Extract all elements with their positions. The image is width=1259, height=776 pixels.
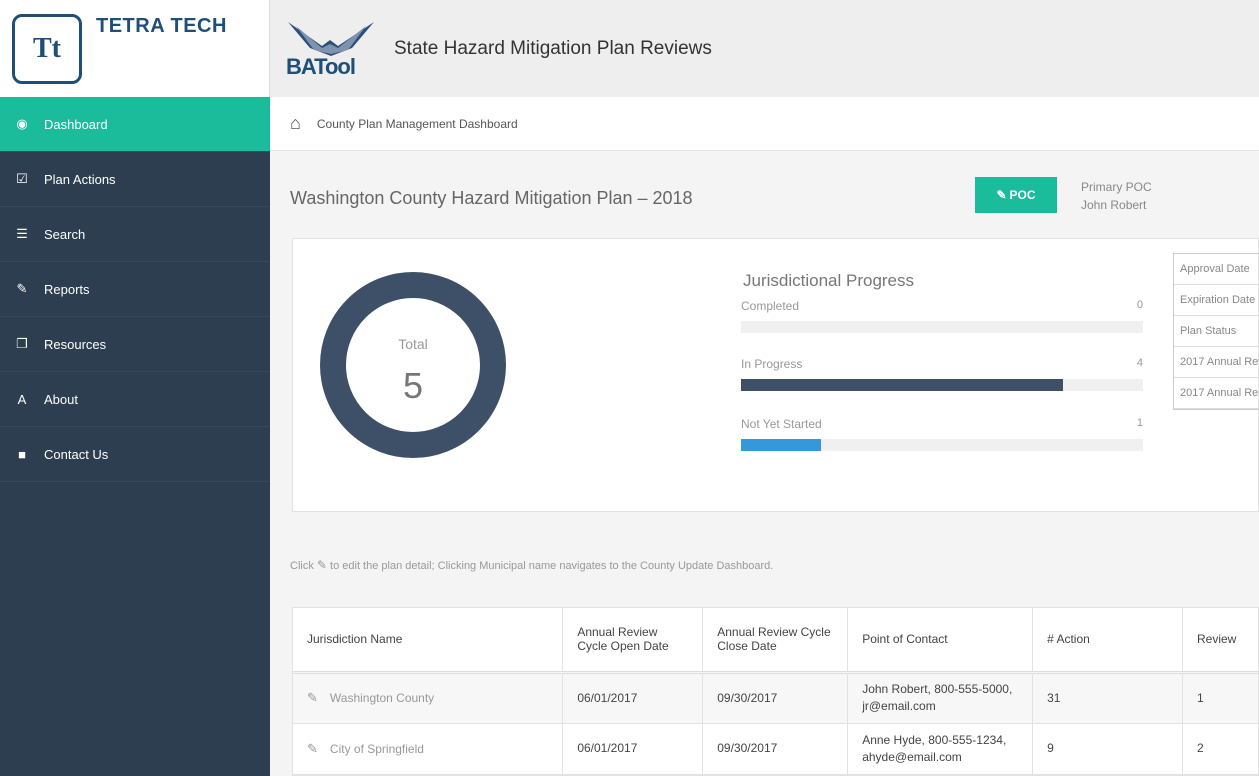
edit-icon: ✎: [316, 558, 327, 572]
header-title: State Hazard Mitigation Plan Reviews: [394, 37, 712, 59]
sidebar-item-label: Reports: [44, 281, 90, 297]
progress-row: Not Yet Started 1: [741, 417, 1143, 451]
breadcrumb-current: County Plan Management Dashboard: [316, 116, 518, 131]
sidebar-item-plan-actions[interactable]: ☑ Plan Actions: [0, 152, 270, 207]
column-header[interactable]: Review: [1182, 608, 1258, 674]
hint-before: Click: [290, 560, 314, 572]
poc-button-label: POC: [1009, 188, 1036, 202]
donut-total-value: 5: [403, 365, 423, 406]
column-header[interactable]: # Action: [1032, 608, 1183, 674]
primary-poc-label: Primary POC: [1081, 180, 1152, 194]
plan-info-item: 2017 Annual Report: [1174, 378, 1259, 409]
plan-info-table: Approval Date Expiration Date Plan Status 2…: [1173, 253, 1259, 410]
poc-cell: John Robert, 800-555-5000, jr@email.com: [847, 672, 1034, 724]
main-content: Washington County Hazard Mitigation Plan…: [270, 152, 1259, 776]
tetra-tech-logo-text: TETRA TECH: [96, 15, 227, 37]
progress-count: 1: [1136, 417, 1143, 429]
batool-logo: BATool: [282, 18, 380, 80]
primary-poc-name: John Robert: [1081, 198, 1147, 212]
primary-poc: Primary POC John Robert: [1081, 178, 1152, 214]
column-header[interactable]: Jurisdiction Name: [293, 608, 564, 674]
sidebar-item-about[interactable]: A About: [0, 372, 270, 427]
jurisdiction-table: Jurisdiction Name Annual Review Cycle Ope…: [292, 607, 1259, 776]
sidebar-item-label: About: [44, 391, 78, 407]
progress-track: [741, 321, 1143, 333]
progress-track: [741, 379, 1143, 391]
jurisdiction-name-link[interactable]: City of Springfield: [330, 742, 424, 756]
edit-icon[interactable]: ✎: [307, 741, 318, 756]
table-row: ✎ City of Springfield 06/01/2017 09/30/2017…: [293, 723, 1258, 775]
edit-icon[interactable]: ✎: [307, 690, 318, 705]
table-header-row: Jurisdiction Name Annual Review Cycle Ope…: [293, 608, 1258, 674]
open-date-cell: 06/01/2017: [562, 723, 704, 775]
list-icon: ☰: [16, 226, 28, 241]
progress-count: 0: [1136, 299, 1143, 311]
font-icon: A: [17, 391, 27, 407]
sidebar-item-label: Contact Us: [44, 446, 109, 462]
plan-info-item: Approval Date: [1174, 254, 1259, 285]
poc-button[interactable]: ✎ POC: [975, 177, 1057, 213]
action-count-cell: 9: [1032, 723, 1183, 775]
sidebar-item-label: Plan Actions: [44, 171, 116, 187]
sidebar-item-dashboard[interactable]: ◉ Dashboard: [0, 97, 270, 152]
review-cell: 1: [1182, 672, 1258, 724]
jurisdiction-cell: ✎ City of Springfield: [293, 723, 564, 775]
column-header[interactable]: Annual Review Cycle Close Date: [702, 608, 849, 674]
progress-label: In Progress: [741, 357, 803, 371]
dashboard-icon: ◉: [16, 116, 28, 131]
sidebar-item-label: Dashboard: [44, 116, 108, 132]
checkbox-icon: ☑: [16, 171, 28, 186]
home-icon[interactable]: ⌂: [290, 113, 301, 134]
hint-after: to edit the plan detail; Clicking Munici…: [330, 560, 774, 572]
table-row: ✎ Washington County 06/01/2017 09/30/2017 Jo…: [293, 672, 1258, 724]
sidebar-item-resources[interactable]: ❐ Resources: [0, 317, 270, 372]
tetra-tech-logo-mark: Tt: [12, 13, 82, 84]
breadcrumb: ⌂ County Plan Management Dashboard: [270, 97, 1259, 151]
sidebar-item-search[interactable]: ☰ Search: [0, 207, 270, 262]
app-header: BATool State Hazard Mitigation Plan Revi…: [270, 0, 1259, 97]
progress-fill: [741, 379, 1063, 391]
plan-info-item: Expiration Date: [1174, 285, 1259, 316]
plan-info-item: 2017 Annual Review: [1174, 347, 1259, 378]
table-body: ✎ Washington County 06/01/2017 09/30/2017 Jo…: [293, 672, 1258, 775]
close-date-cell: 09/30/2017: [702, 723, 849, 775]
total-donut-chart: Total 5: [320, 272, 506, 458]
edit-icon: ✎: [996, 188, 1007, 202]
action-count-cell: 31: [1032, 672, 1183, 724]
copy-icon: ❐: [16, 336, 28, 351]
sidebar-item-reports[interactable]: ✎ Reports: [0, 262, 270, 317]
open-date-cell: 06/01/2017: [562, 672, 704, 724]
poc-cell: Anne Hyde, 800-555-1234, ahyde@email.com: [847, 723, 1034, 775]
card-icon: ■: [18, 446, 26, 462]
progress-count: 4: [1136, 357, 1143, 369]
edit-hint: Click ✎ to edit the plan detail; Clickin…: [290, 558, 773, 572]
progress-row: Completed 0: [741, 299, 1143, 333]
tetra-tech-logo: Tt TETRA TECH: [0, 0, 270, 97]
edit-icon: ✎: [16, 281, 28, 296]
review-cell: 2: [1182, 723, 1258, 775]
sidebar: Tt TETRA TECH ◉ Dashboard ☑ Plan Actions ☰ Se…: [0, 0, 270, 776]
jurisdiction-cell: ✎ Washington County: [293, 672, 564, 724]
progress-fill: [741, 439, 822, 451]
sidebar-nav: ◉ Dashboard ☑ Plan Actions ☰ Search ✎ Reports ❐ R…: [0, 97, 270, 482]
batool-logo-text: BATool: [286, 53, 356, 79]
summary-card: Total 5 Jurisdictional Progress Complete…: [292, 238, 1259, 512]
progress-title: Jurisdictional Progress: [743, 271, 915, 290]
sidebar-item-label: Resources: [44, 336, 107, 352]
close-date-cell: 09/30/2017: [702, 672, 849, 724]
column-header[interactable]: Annual Review Cycle Open Date: [562, 608, 704, 674]
progress-label: Not Yet Started: [741, 417, 822, 431]
progress-track: [741, 439, 1143, 451]
sidebar-item-label: Search: [44, 226, 86, 242]
progress-row: In Progress 4: [741, 357, 1143, 391]
sidebar-item-contact-us[interactable]: ■ Contact Us: [0, 427, 270, 482]
column-header[interactable]: Point of Contact: [847, 608, 1034, 674]
plan-info-item: Plan Status: [1174, 316, 1259, 347]
progress-label: Completed: [741, 299, 800, 313]
donut-total-label: Total: [398, 336, 428, 352]
plan-title: Washington County Hazard Mitigation Plan…: [290, 188, 693, 208]
jurisdiction-name-link[interactable]: Washington County: [330, 691, 434, 705]
